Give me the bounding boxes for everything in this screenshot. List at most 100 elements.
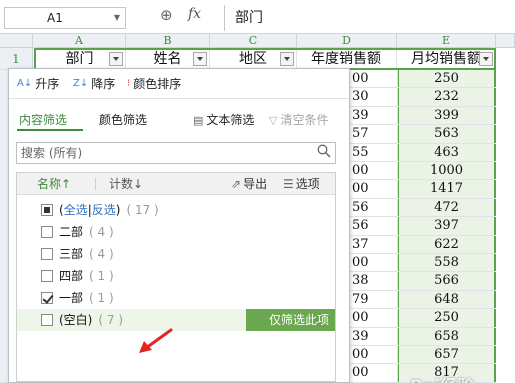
item-checkbox[interactable] — [41, 226, 53, 238]
list-item[interactable]: 四部( 1 ) — [17, 265, 335, 287]
export-button[interactable]: ⇗ 导出 — [231, 173, 267, 195]
item-checkbox[interactable] — [41, 270, 53, 282]
chevron-down-icon[interactable]: ▼ — [114, 8, 120, 28]
cell-monthly-avg[interactable]: 658 — [397, 328, 496, 346]
zoom-search-icon[interactable]: ⊕ — [160, 6, 173, 24]
header-text: 部门 — [65, 51, 94, 67]
cell-annual-sales[interactable]: 30 — [350, 88, 397, 106]
item-checkbox[interactable] — [41, 248, 53, 260]
watermark: Bai经验 — [410, 372, 474, 383]
fx-icon[interactable]: fx — [188, 6, 201, 22]
cell-annual-sales[interactable]: 00 — [350, 309, 397, 327]
cell-annual-sales[interactable]: 37 — [350, 236, 397, 254]
cell-annual-sales[interactable]: 00 — [350, 364, 397, 382]
sort-ascending-icon: A↓ — [17, 78, 33, 89]
cell-annual-sales[interactable]: 56 — [350, 217, 397, 235]
filter-search-input[interactable]: 搜索 (所有) — [16, 142, 336, 164]
cell-monthly-avg[interactable]: 472 — [397, 199, 496, 217]
header-cell-department[interactable]: 部门 — [34, 48, 126, 70]
cell-monthly-avg[interactable]: 566 — [397, 272, 496, 290]
cell-monthly-avg[interactable]: 648 — [397, 291, 496, 309]
tab-content-filter[interactable]: 内容筛选 — [19, 111, 67, 128]
cell-monthly-avg[interactable]: 250 — [397, 70, 496, 88]
cell-annual-sales[interactable]: 00 — [350, 180, 397, 198]
table-row: 00 250 — [350, 70, 496, 89]
divider — [95, 178, 96, 190]
cell-annual-sales[interactable]: 55 — [350, 144, 397, 162]
list-item[interactable]: 一部( 1 ) — [17, 287, 335, 309]
cell-monthly-avg[interactable]: 563 — [397, 125, 496, 143]
cell-annual-sales[interactable]: 39 — [350, 107, 397, 125]
color-sort-icon: ⁝ — [127, 78, 131, 89]
text-filter-icon: ▤ — [193, 114, 204, 127]
cell-annual-sales[interactable]: 79 — [350, 291, 397, 309]
header-cell-region[interactable]: 地区 — [210, 48, 297, 70]
cell-monthly-avg[interactable]: 558 — [397, 254, 496, 272]
select-all-link[interactable]: 全选 — [64, 203, 88, 217]
cell-monthly-avg[interactable]: 397 — [397, 217, 496, 235]
options-button[interactable]: ☰ 选项 — [283, 173, 320, 195]
search-icon[interactable] — [317, 144, 331, 158]
row-header-1[interactable]: 1 — [0, 48, 33, 70]
invert-selection-link[interactable]: 反选 — [92, 203, 116, 217]
cell-annual-sales[interactable]: 00 — [350, 346, 397, 364]
corner-select-all[interactable] — [0, 34, 33, 48]
item-checkbox[interactable] — [41, 292, 53, 304]
clear-filter-icon: ▽ — [269, 114, 278, 127]
sort-ascending-button[interactable]: A↓ 升序 — [17, 76, 59, 92]
table-row: 00 250 — [350, 309, 496, 328]
sort-by-name-button[interactable]: 名称↑ — [37, 173, 71, 195]
cell-annual-sales[interactable]: 56 — [350, 199, 397, 217]
column-header-e[interactable]: E — [397, 34, 496, 48]
header-cell-name[interactable]: 姓名 — [126, 48, 210, 70]
text-filter-button[interactable]: ▤ 文本筛选 — [193, 111, 254, 128]
sort-toolbar: A↓ 升序 Z↓ 降序 ⁝ 颜色排序 — [9, 69, 349, 99]
filter-dropdown-icon[interactable] — [109, 52, 123, 66]
column-header-c[interactable]: C — [210, 34, 297, 48]
formula-input[interactable]: 部门 — [224, 5, 515, 31]
cell-annual-sales[interactable]: 57 — [350, 125, 397, 143]
cell-annual-sales[interactable]: 39 — [350, 328, 397, 346]
column-header-f[interactable] — [496, 34, 515, 48]
sort-descending-button[interactable]: Z↓ 降序 — [73, 76, 115, 92]
item-count: ( 1 ) — [89, 269, 114, 283]
clear-filter-button[interactable]: ▽ 清空条件 — [269, 111, 328, 128]
item-checkbox[interactable] — [41, 314, 53, 326]
column-header-a[interactable]: A — [33, 34, 126, 48]
item-count: ( 1 ) — [89, 291, 114, 305]
select-all-checkbox[interactable] — [41, 204, 53, 216]
tab-color-filter[interactable]: 颜色筛选 — [99, 111, 147, 128]
list-item[interactable]: 三部( 4 ) — [17, 243, 335, 265]
header-cell-monthly-avg[interactable]: 月均销售额 — [397, 48, 496, 70]
cell-monthly-avg[interactable]: 463 — [397, 144, 496, 162]
cell-annual-sales[interactable]: 00 — [350, 162, 397, 180]
cell-monthly-avg[interactable]: 622 — [397, 236, 496, 254]
list-item[interactable]: 二部( 4 ) — [17, 221, 335, 243]
cell-monthly-avg[interactable]: 1417 — [397, 180, 496, 198]
cell-annual-sales[interactable]: 00 — [350, 254, 397, 272]
sort-by-count-button[interactable]: 计数↓ — [109, 173, 143, 195]
filter-only-this-button[interactable]: 仅筛选此项 — [263, 309, 335, 331]
cell-annual-sales[interactable]: 00 — [350, 70, 397, 88]
header-cell-annual-sales[interactable]: 年度销售额 — [297, 48, 397, 70]
list-item-select-all[interactable]: (全选|反选)( 17 ) — [17, 199, 335, 221]
list-item[interactable]: (空白)( 7 ) 仅筛选此项 — [17, 309, 335, 331]
filter-dropdown-icon[interactable] — [193, 52, 207, 66]
column-header-d[interactable]: D — [297, 34, 397, 48]
table-row: 38 566 — [350, 272, 496, 291]
filter-dropdown-icon[interactable] — [280, 52, 294, 66]
filter-dropdown-icon[interactable] — [479, 52, 493, 66]
sort-by-color-button[interactable]: ⁝ 颜色排序 — [127, 76, 181, 92]
cell-monthly-avg[interactable]: 250 — [397, 309, 496, 327]
item-count: ( 4 ) — [89, 247, 114, 261]
cell-monthly-avg[interactable]: 232 — [397, 88, 496, 106]
cell-annual-sales[interactable]: 38 — [350, 272, 397, 290]
cell-monthly-avg[interactable]: 399 — [397, 107, 496, 125]
cell-reference: A1 — [47, 11, 63, 25]
cell-monthly-avg[interactable]: 1000 — [397, 162, 496, 180]
cell-monthly-avg[interactable]: 657 — [397, 346, 496, 364]
column-header-b[interactable]: B — [126, 34, 210, 48]
name-box[interactable]: A1 ▼ — [4, 7, 126, 29]
formula-bar: A1 ▼ ⊕ fx 部门 — [0, 0, 515, 34]
item-label: 三部( 4 ) — [59, 247, 114, 261]
